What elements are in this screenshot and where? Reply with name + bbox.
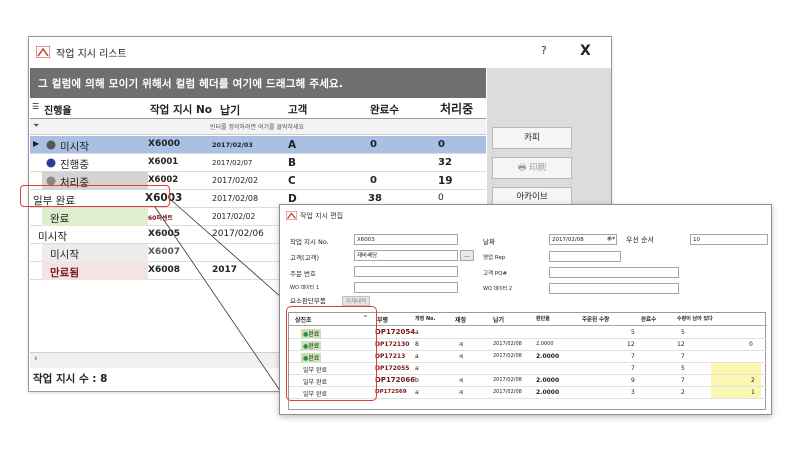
wo-data2-field[interactable] [549, 283, 679, 294]
customer-po-label: 고객 PO# [483, 271, 508, 277]
priority-label: 우선 순서 [626, 236, 654, 244]
order-number-field[interactable] [354, 266, 458, 277]
row-rate: 2.0000 [536, 341, 554, 347]
column-header-remaining[interactable]: 수량이 남아 있다 [677, 315, 713, 322]
date-label: 날짜 [483, 238, 495, 246]
row-due: 2017/02/08 [493, 341, 522, 347]
row-part: DP172569 [375, 389, 407, 395]
row-material: 씨 [459, 354, 464, 360]
row-ordered: 3 [631, 389, 635, 396]
row-part: DP172055 [375, 365, 410, 372]
row-rev: 8 [415, 341, 419, 348]
row-done: 2 [681, 389, 685, 396]
sales-rep-label: 영업 Rep [483, 255, 506, 261]
row-due: 2017/02/08 [493, 377, 522, 383]
column-header-part[interactable]: 부평 [377, 315, 388, 324]
row-part: DP17213 [375, 353, 406, 360]
customer-field[interactable]: 재바쎄당 [354, 250, 458, 261]
wo-data1-label: WO 데이터 1 [290, 285, 320, 291]
column-header-done[interactable]: 완료수 [641, 315, 656, 323]
row-material: 씨 [459, 342, 464, 348]
priority-field[interactable]: 10 [690, 234, 768, 245]
column-header-due[interactable]: 납기 [493, 315, 504, 324]
row-rev: b [415, 377, 419, 384]
screen: 작업 지시 리스트 ? X 그 컬럼에 의해 모이기 위해서 컬럼 헤더를 여기… [0, 0, 800, 450]
app-icon [286, 211, 297, 220]
row-rate: 2.0000 [536, 389, 560, 396]
row-part: DP172066 [375, 376, 416, 384]
row-material: 씨 [459, 390, 464, 396]
row-rev: a [415, 389, 419, 396]
row-rate: 2.0000 [536, 353, 560, 360]
row-remaining: 0 [749, 341, 753, 348]
date-value: 2017/02/08 [552, 237, 584, 243]
row-due: 2017/02/08 [493, 353, 522, 359]
row-remaining: 1 [751, 389, 755, 396]
customer-label: 고객(고객) [290, 254, 319, 262]
tab-materials[interactable]: 자재내역 [342, 296, 371, 306]
row-done: 7 [681, 377, 685, 384]
row-done: 12 [677, 341, 685, 348]
sales-rep-field[interactable] [549, 251, 621, 262]
row-rev: a [415, 365, 419, 372]
column-header-rev[interactable]: 개정 No. [415, 315, 435, 322]
row-done: 7 [681, 353, 685, 360]
row-remaining: 2 [751, 377, 755, 384]
order-no-label: 작업 지시 No. [290, 238, 329, 246]
row-due: 2017/02/08 [493, 389, 522, 395]
remaining-highlight [711, 363, 761, 374]
highlight-callout-status-column [286, 306, 377, 401]
row-ordered: 5 [631, 329, 635, 336]
callout-line-bottom [154, 206, 286, 399]
column-header-ordered[interactable]: 주문된 수량 [582, 315, 609, 323]
wo-data1-field[interactable] [354, 282, 458, 293]
row-ordered: 12 [627, 341, 635, 348]
row-part: DP172054 [375, 328, 416, 336]
row-rate: 2.0000 [536, 377, 560, 384]
column-header-material[interactable]: 재정 [455, 315, 466, 324]
row-material: 씨 [459, 378, 464, 384]
row-done: 5 [681, 329, 685, 336]
work-order-edit-window: 작업 지시 편집 작업 지시 No. X6003 날짜 2017/02/08 ◉… [279, 204, 772, 415]
row-ordered: 7 [631, 365, 635, 372]
row-rev: a [415, 353, 419, 360]
row-rev: a [415, 329, 419, 336]
customer-browse-button[interactable]: ... [460, 250, 474, 261]
wo-data2-label: WO 데이터 2 [483, 286, 513, 292]
order-no-field[interactable]: X6003 [354, 234, 458, 245]
row-ordered: 7 [631, 353, 635, 360]
row-part: DP172130 [375, 341, 410, 348]
calendar-dropdown-icon[interactable]: ◉▾ [607, 235, 615, 243]
column-header-rate[interactable]: 판단율 [536, 315, 550, 322]
order-number-label: 주문 번호 [290, 270, 316, 278]
customer-po-field[interactable] [549, 267, 679, 278]
callout-line-top [169, 198, 291, 306]
row-ordered: 9 [631, 377, 635, 384]
edit-window-title: 작업 지시 편집 [300, 212, 344, 220]
row-done: 5 [681, 365, 685, 372]
date-field[interactable]: 2017/02/08 ◉▾ [549, 234, 617, 245]
